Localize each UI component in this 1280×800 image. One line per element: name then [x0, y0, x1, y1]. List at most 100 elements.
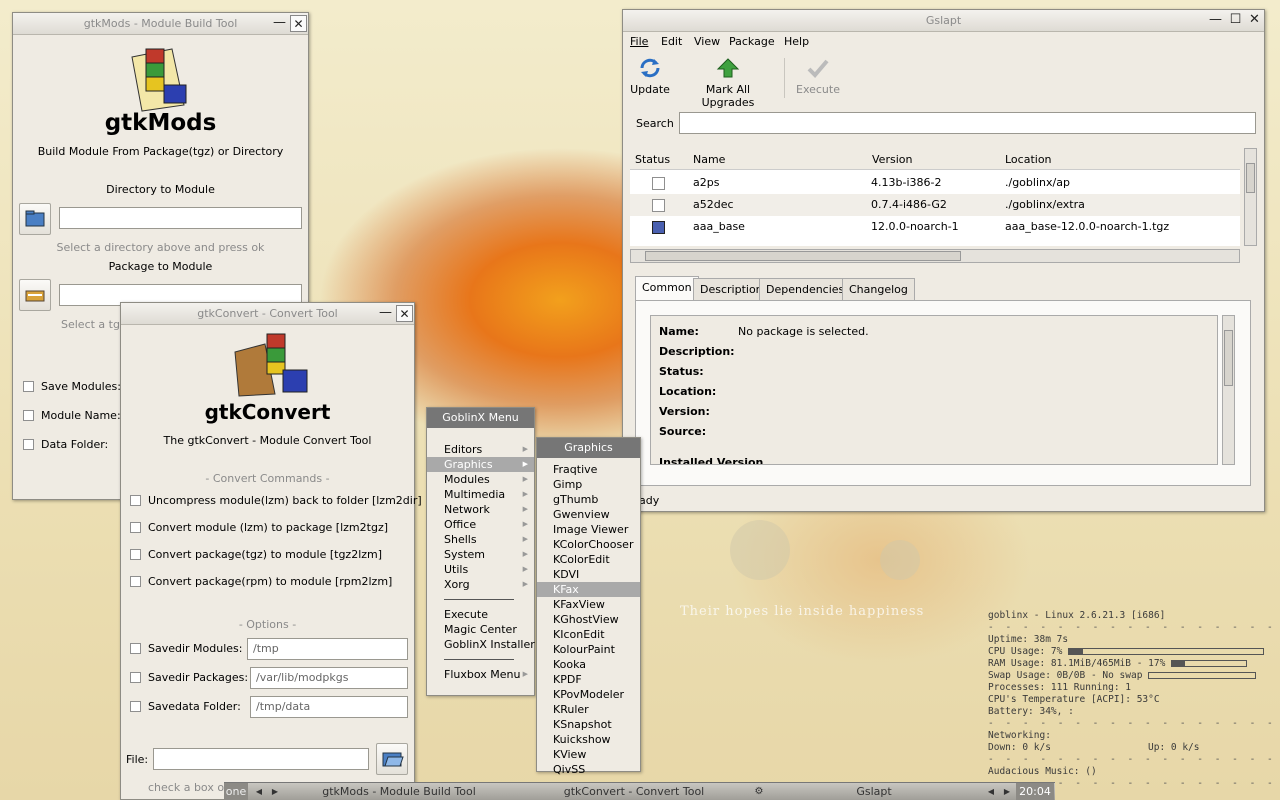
module-name-checkbox[interactable] [23, 410, 34, 421]
menu-item-fluxbox[interactable]: Fluxbox Menu ▶ [427, 667, 534, 682]
graphics-menu-item[interactable]: Image Viewer [537, 522, 640, 537]
tab-dependencies[interactable]: Dependencies [759, 278, 852, 301]
open-package-button[interactable] [19, 279, 51, 311]
graphics-menu-item[interactable]: KFax [537, 582, 640, 597]
tgz2lzm-checkbox[interactable] [130, 549, 141, 560]
savedir-modules-input[interactable]: /tmp [247, 638, 408, 660]
next-window-icon[interactable]: ▶ [1000, 783, 1014, 800]
mark-all-upgrades-button[interactable]: Mark All Upgrades [679, 56, 777, 109]
graphics-menu-item[interactable]: KPDF [537, 672, 640, 687]
info-vertical-scrollbar[interactable] [1222, 315, 1235, 465]
gslapt-titlebar[interactable]: Gslapt — ☐ ✕ [623, 10, 1264, 32]
graphics-menu-item[interactable]: KIconEdit [537, 627, 640, 642]
update-button[interactable]: Update [629, 56, 671, 100]
column-status[interactable]: Status [635, 153, 670, 166]
minimize-icon[interactable]: — [1207, 12, 1224, 29]
lzm2dir-checkbox[interactable] [130, 495, 141, 506]
menu-item-magic-center[interactable]: Magic Center [427, 622, 534, 637]
directory-input[interactable] [59, 207, 302, 229]
close-icon[interactable]: ✕ [290, 15, 307, 32]
menu-item-multimedia[interactable]: Multimedia ▶ [427, 487, 534, 502]
menu-edit[interactable]: Edit [661, 35, 682, 48]
graphics-menu-item[interactable]: KDVI [537, 567, 640, 582]
table-row[interactable]: a52dec 0.7.4-i486-G2 ./goblinx/extra [630, 194, 1240, 216]
graphics-menu-item[interactable]: Gimp [537, 477, 640, 492]
graphics-menu-item[interactable]: Gwenview [537, 507, 640, 522]
prev-window-icon[interactable]: ◀ [984, 783, 998, 800]
execute-button[interactable]: Execute [793, 56, 843, 100]
graphics-menu-item[interactable]: Kuickshow [537, 732, 640, 747]
graphics-menu-item[interactable]: KColorEdit [537, 552, 640, 567]
graphics-menu-item[interactable]: KPovModeler [537, 687, 640, 702]
graphics-menu-item[interactable]: KRuler [537, 702, 640, 717]
menu-view[interactable]: View [694, 35, 720, 48]
graphics-menu-item[interactable]: Kooka [537, 657, 640, 672]
savedata-folder-input[interactable]: /tmp/data [250, 696, 408, 718]
rpm2lzm-checkbox[interactable] [130, 576, 141, 587]
menu-item-goblinx-installer[interactable]: GoblinX Installer [427, 637, 535, 652]
tab-common[interactable]: Common [635, 276, 699, 301]
menu-item-graphics[interactable]: Graphics ▶ [427, 457, 534, 472]
savedata-folder-checkbox[interactable] [130, 701, 141, 712]
menu-item-utils[interactable]: Utils ▶ [427, 562, 534, 577]
prev-workspace-icon[interactable]: ◀ [252, 783, 266, 800]
graphics-submenu: Graphics Fraqtive Gimp gThumb Gwenview Image… [536, 437, 641, 776]
save-modules-checkbox[interactable] [23, 381, 34, 392]
menu-item-office[interactable]: Office ▶ [427, 517, 534, 532]
task-gtkmods[interactable]: gtkMods - Module Build Tool [284, 783, 514, 800]
menu-item-xorg[interactable]: Xorg ▶ [427, 577, 534, 592]
graphics-menu-item[interactable]: KFaxView [537, 597, 640, 612]
column-name[interactable]: Name [693, 153, 725, 166]
savedir-modules-checkbox[interactable] [130, 643, 141, 654]
status-checkbox[interactable] [652, 177, 665, 190]
graphics-menu-item[interactable]: Fraqtive [537, 462, 640, 477]
graphics-menu-item[interactable]: KView [537, 747, 640, 762]
menu-item-editors[interactable]: Editors ▶ [427, 442, 534, 457]
menu-item-execute[interactable]: Execute [427, 607, 534, 622]
menu-package[interactable]: Package [729, 35, 775, 48]
close-icon[interactable]: ✕ [1246, 12, 1263, 29]
search-input[interactable] [679, 112, 1256, 134]
graphics-menu-item[interactable]: KGhostView [537, 612, 640, 627]
graphics-menu-item[interactable]: KColorChooser [537, 537, 640, 552]
tab-changelog[interactable]: Changelog [842, 278, 915, 301]
menu-item-network[interactable]: Network ▶ [427, 502, 534, 517]
tray-icon[interactable]: ⚙ [752, 783, 766, 800]
close-icon[interactable]: ✕ [396, 305, 413, 322]
menu-help[interactable]: Help [784, 35, 809, 48]
installed-status-icon[interactable] [652, 221, 665, 234]
workspace-name[interactable]: one [224, 783, 248, 800]
task-gslapt[interactable]: Gslapt [768, 783, 980, 800]
table-row[interactable]: a2ps 4.13b-i386-2 ./goblinx/ap [630, 172, 1240, 194]
table-row[interactable]: aaa_base 12.0.0-noarch-1 aaa_base-12.0.0… [630, 216, 1240, 238]
status-checkbox[interactable] [652, 199, 665, 212]
next-workspace-icon[interactable]: ▶ [268, 783, 282, 800]
options-heading: - Options - [238, 618, 297, 631]
open-directory-button[interactable] [19, 203, 51, 235]
task-gtkconvert[interactable]: gtkConvert - Convert Tool [516, 783, 752, 800]
gtkmods-titlebar[interactable]: gtkMods - Module Build Tool — ✕ [13, 13, 308, 35]
data-folder-checkbox[interactable] [23, 439, 34, 450]
savedir-packages-checkbox[interactable] [130, 672, 141, 683]
minimize-icon[interactable]: — [271, 15, 288, 32]
file-input[interactable] [153, 748, 369, 770]
list-vertical-scrollbar[interactable] [1244, 148, 1257, 246]
menu-item-modules[interactable]: Modules ▶ [427, 472, 534, 487]
column-location[interactable]: Location [1005, 153, 1052, 166]
graphics-menu-item[interactable]: gThumb [537, 492, 640, 507]
menu-item-system[interactable]: System ▶ [427, 547, 534, 562]
gtkconvert-titlebar[interactable]: gtkConvert - Convert Tool — ✕ [121, 303, 414, 325]
minimize-icon[interactable]: — [377, 305, 394, 322]
browse-file-button[interactable] [376, 743, 408, 775]
menu-item-shells[interactable]: Shells ▶ [427, 532, 534, 547]
column-version[interactable]: Version [872, 153, 912, 166]
info-name-label: Name: [659, 325, 699, 338]
list-horizontal-scrollbar[interactable] [630, 249, 1240, 263]
graphics-menu-item[interactable]: QivSS [537, 762, 640, 777]
graphics-menu-item[interactable]: KSnapshot [537, 717, 640, 732]
graphics-menu-item[interactable]: KolourPaint [537, 642, 640, 657]
savedir-packages-input[interactable]: /var/lib/modpkgs [250, 667, 408, 689]
menu-file[interactable]: File [630, 35, 648, 48]
maximize-icon[interactable]: ☐ [1227, 12, 1244, 29]
lzm2tgz-checkbox[interactable] [130, 522, 141, 533]
